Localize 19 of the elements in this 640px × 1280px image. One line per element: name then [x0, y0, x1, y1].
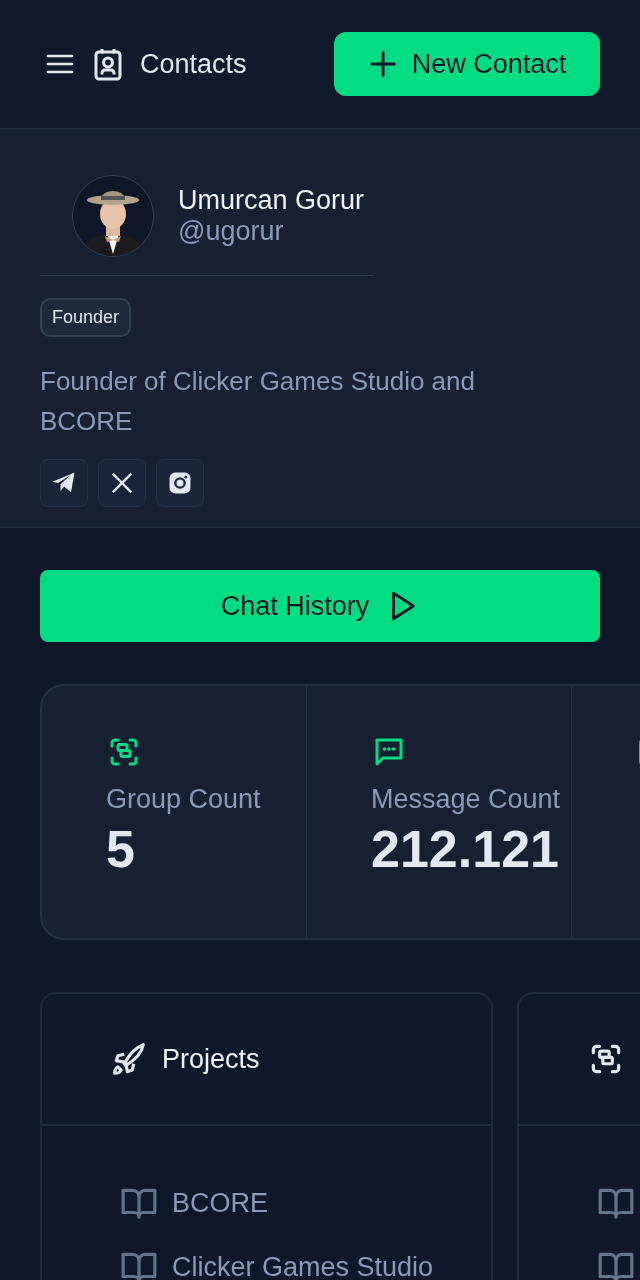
page-title: Contacts [140, 48, 247, 80]
stat-value: 5 [106, 819, 135, 879]
project-link[interactable]: Clicker Games Studio [172, 1251, 434, 1280]
instagram-button[interactable] [156, 459, 204, 507]
contact-handle: @ugorur [178, 216, 285, 247]
plus-icon [367, 49, 398, 79]
panel-title: Projects [162, 1043, 260, 1075]
stat-value: 212.121 [371, 819, 559, 879]
telegram-button[interactable] [40, 459, 88, 507]
rocket-icon [110, 1040, 148, 1078]
contact-name: Umurcan Gorur [178, 185, 365, 216]
new-contact-button[interactable]: New Contact [334, 32, 600, 96]
x-button[interactable] [98, 459, 146, 507]
project-link[interactable]: BCORE [172, 1187, 269, 1219]
role-tag: Founder [40, 298, 132, 337]
stat-label: Group Count [106, 784, 261, 815]
stat-label: Message Count [371, 784, 561, 815]
contact-bio: Founder of Clicker Games Studio and BCORE [40, 365, 476, 438]
chat-history-button[interactable]: Chat History [40, 570, 600, 642]
